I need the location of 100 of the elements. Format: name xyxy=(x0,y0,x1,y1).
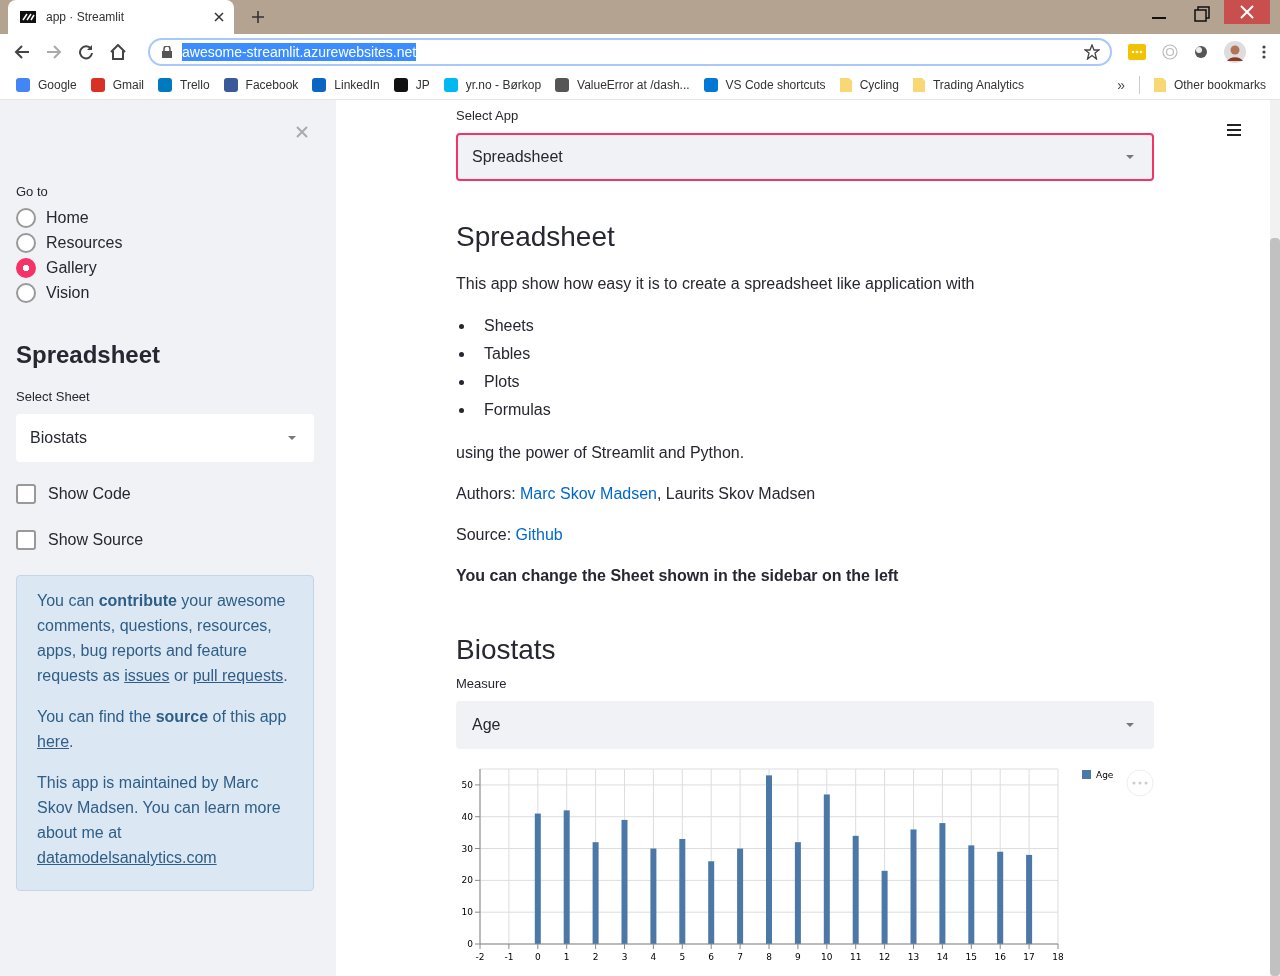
info-paragraph: This app is maintained by Marc Skov Madsen. You can learn more about me at datamodelsanalytics.com xyxy=(37,773,282,868)
info-paragraph: You can contribute your awesome comments, questions, resources, apps, bug reports and feature requests as issues or pull requests. xyxy=(37,591,289,686)
tick-label: 7 xyxy=(737,952,743,962)
select-label: Select Sheet xyxy=(16,389,91,404)
radio-label[interactable]: Gallery xyxy=(46,259,97,277)
link[interactable]: here xyxy=(37,733,70,750)
menu-icon[interactable] xyxy=(1227,124,1241,136)
tick-label: 30 xyxy=(461,843,473,854)
bookmark[interactable]: Cycling xyxy=(839,77,899,92)
close-icon[interactable] xyxy=(214,12,224,22)
tick-label: -1 xyxy=(504,952,514,962)
more-icon[interactable] xyxy=(1262,45,1266,59)
tab-title: app · Streamlit xyxy=(46,10,126,24)
tick-label: 0 xyxy=(534,952,541,962)
outro-text: using the power of Streamlit and Python. xyxy=(456,443,746,463)
section-heading: Biostats xyxy=(456,633,557,667)
checkbox[interactable] xyxy=(16,484,36,504)
bullet-item: Formulas xyxy=(456,396,1154,424)
tick-label: 9 xyxy=(795,952,801,962)
note-text: You can change the Sheet shown in the sidebar on the left xyxy=(456,566,900,586)
reload-icon[interactable] xyxy=(78,44,94,60)
radio-button[interactable] xyxy=(16,283,36,303)
tick-label: 5 xyxy=(679,952,686,962)
app-logo-icon xyxy=(20,11,36,23)
star-icon[interactable] xyxy=(1084,44,1100,60)
url-text: awesome-streamlit.azurewebsites.net xyxy=(182,43,417,61)
radio-label[interactable]: Vision xyxy=(46,284,90,302)
link[interactable]: datamodelsanalytics.com xyxy=(37,849,217,866)
tick-label: 8 xyxy=(766,952,772,962)
tick-label: 40 xyxy=(461,811,473,822)
radio-button[interactable] xyxy=(16,233,36,253)
avatar-icon[interactable] xyxy=(1224,41,1246,63)
tick-label: 50 xyxy=(461,779,473,790)
legend-label: Age xyxy=(1096,770,1114,780)
tick-label: 15 xyxy=(965,952,978,962)
radio-label[interactable]: Resources xyxy=(46,234,123,252)
plus-icon[interactable] xyxy=(252,11,264,23)
intro-text: This app show how easy it is to create a spreadsheet like application with xyxy=(456,274,976,294)
caret-icon xyxy=(288,436,296,440)
measure-select[interactable]: Age xyxy=(456,701,1154,749)
tick-label: 4 xyxy=(650,952,657,962)
author-link[interactable]: Marc Skov Madsen xyxy=(520,485,657,502)
bookmark[interactable]: Gmail xyxy=(90,77,145,92)
bookmark[interactable]: VS Code shortcuts xyxy=(703,77,826,92)
checkbox-label[interactable]: Show Source xyxy=(48,531,144,549)
radio-button[interactable] xyxy=(16,258,36,278)
forward-icon[interactable] xyxy=(46,44,62,60)
info-paragraph: You can find the source of this app here. xyxy=(37,707,288,752)
source-text: Source: Github xyxy=(456,525,564,545)
tick-label: 6 xyxy=(708,952,715,962)
tick-label: 12 xyxy=(878,952,891,962)
source-link[interactable]: Github xyxy=(515,526,563,543)
tick-label: 1 xyxy=(563,952,570,962)
link[interactable]: pull requests xyxy=(192,667,284,684)
checkbox[interactable] xyxy=(16,530,36,550)
home-icon[interactable] xyxy=(110,44,126,60)
bookmark[interactable]: Trello xyxy=(158,77,210,92)
bookmark[interactable]: Other bookmarks xyxy=(1153,77,1266,92)
tick-label: 3 xyxy=(621,952,628,962)
select-label: Measure xyxy=(456,676,508,691)
sidebar-heading: Spreadsheet xyxy=(16,341,162,369)
tick-label: 11 xyxy=(849,952,862,962)
authors-text: Authors: Marc Skov Madsen, Laurits Skov Madsen xyxy=(456,484,817,504)
app-select[interactable]: Spreadsheet xyxy=(456,133,1154,181)
tick-label: 13 xyxy=(907,952,920,962)
tick-label: 14 xyxy=(936,952,949,962)
bookmark[interactable]: Facebook xyxy=(223,77,299,92)
tick-label: 16 xyxy=(994,952,1006,962)
overflow-chevron[interactable]: » xyxy=(1117,76,1125,93)
radio-group-label: Go to xyxy=(16,184,49,199)
scrollbar[interactable] xyxy=(1270,100,1280,976)
page-heading: Spreadsheet xyxy=(456,220,616,254)
close-icon xyxy=(1240,5,1254,19)
sheet-select[interactable]: Biostats xyxy=(16,414,314,462)
radio-button[interactable] xyxy=(16,208,36,228)
tick-label: 20 xyxy=(461,875,473,886)
checkbox-label[interactable]: Show Code xyxy=(48,485,131,503)
bookmark[interactable]: yr.no - Børkop xyxy=(443,77,542,92)
folder-icon xyxy=(1153,77,1166,92)
bookmark[interactable]: JP xyxy=(393,77,430,92)
tick-label: 2 xyxy=(592,952,599,962)
tick-label: 0 xyxy=(467,939,473,949)
caret-icon xyxy=(1126,723,1134,727)
tick-label: 10 xyxy=(461,907,473,918)
bookmark[interactable]: Trading Analytics xyxy=(913,77,1024,92)
lock-icon xyxy=(162,46,172,58)
bullet-item: Plots xyxy=(456,368,1154,396)
bookmark[interactable]: Google xyxy=(16,77,77,92)
back-icon[interactable] xyxy=(14,44,30,60)
bookmark[interactable]: ValueError at /dash... xyxy=(555,77,690,92)
radio-label[interactable]: Home xyxy=(46,209,89,227)
restore-icon[interactable] xyxy=(1194,6,1210,22)
tick-label: 10 xyxy=(821,952,833,962)
bookmark[interactable]: LinkedIn xyxy=(312,77,380,92)
browser-tab[interactable]: app · Streamlit xyxy=(8,0,234,34)
link[interactable]: issues xyxy=(124,667,170,684)
sphere-icon[interactable] xyxy=(1194,45,1208,59)
close-window-button[interactable] xyxy=(1224,0,1270,24)
tick-label: 18 xyxy=(1052,952,1064,962)
legend-swatch xyxy=(1082,770,1091,779)
